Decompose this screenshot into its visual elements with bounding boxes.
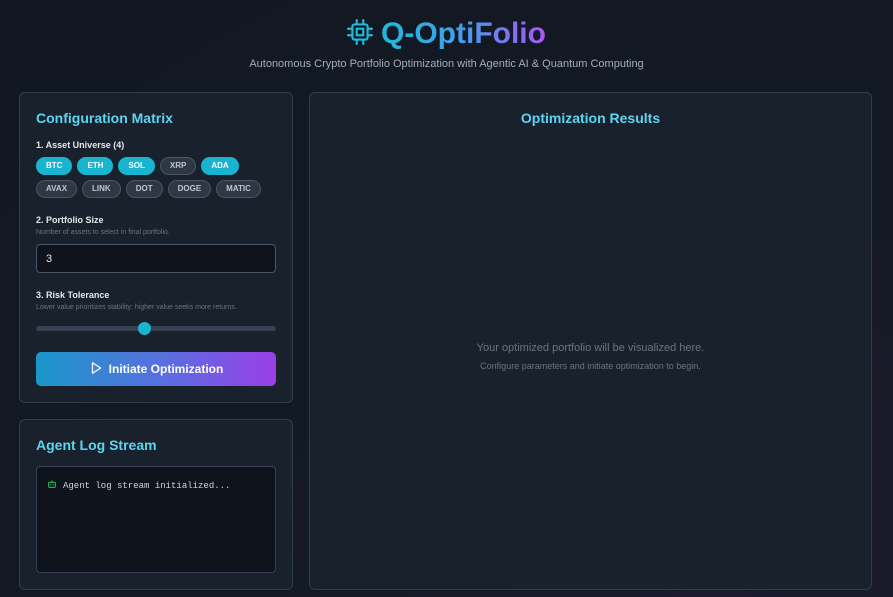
configuration-title: Configuration Matrix [36,110,173,126]
portfolio-size-input[interactable] [36,244,276,273]
asset-chip-dot[interactable]: DOT [125,180,163,198]
configuration-panel: Configuration Matrix 1. Asset Universe (… [19,92,293,403]
slider-thumb[interactable] [138,322,151,335]
risk-tolerance-help: Lower value prioritizes stability; highe… [36,304,237,311]
asset-chip-link[interactable]: LINK [82,180,121,198]
app-header: Q-OptiFolio Autonomous Crypto Portfolio … [0,14,893,70]
slider-track[interactable] [36,326,276,331]
agent-log-title: Agent Log Stream [36,437,157,453]
results-empty-message: Your optimized portfolio will be visuali… [476,342,705,354]
asset-chip-matic[interactable]: MATIC [216,180,261,198]
initiate-optimization-label: Initiate Optimization [108,362,224,376]
asset-chip-doge[interactable]: DOGE [167,180,212,198]
initiate-optimization-button[interactable]: Initiate Optimization [36,352,276,386]
asset-universe-label: 1. Asset Universe (4) [36,140,125,150]
robot-icon [47,479,57,492]
asset-chip-ada[interactable]: ADA [201,157,239,175]
play-icon [89,361,103,378]
portfolio-size-help: Number of assets to select in final port… [36,229,170,236]
asset-chip-list: BTC ETH SOL XRP ADA AVAX LINK DOT DOGE MATIC [36,157,280,198]
app-title: Q-OptiFolio [381,17,546,50]
log-entry: Agent log stream initialized... [47,479,230,492]
app-subtitle: Autonomous Crypto Portfolio Optimization… [249,58,644,70]
results-empty-hint: Configure parameters and initiate optimi… [480,361,701,371]
risk-tolerance-slider[interactable] [36,322,276,335]
log-entry-text: Agent log stream initialized... [63,480,231,491]
asset-chip-avax[interactable]: AVAX [36,180,78,198]
asset-chip-sol[interactable]: SOL [118,157,155,175]
agent-log-panel: Agent Log Stream Agent log stream initia… [19,419,293,590]
asset-chip-btc[interactable]: BTC [36,157,73,175]
asset-chip-xrp[interactable]: XRP [159,157,197,175]
agent-log-console[interactable]: Agent log stream initialized... [36,466,276,573]
risk-tolerance-label: 3. Risk Tolerance [36,290,110,300]
asset-chip-eth[interactable]: ETH [77,157,114,175]
results-title: Optimization Results [520,110,661,126]
portfolio-size-label: 2. Portfolio Size [36,215,104,225]
title-row: Q-OptiFolio [0,14,893,54]
optimization-results-panel: Optimization Results Your optimized port… [309,92,872,590]
cpu-chip-icon [347,18,374,50]
